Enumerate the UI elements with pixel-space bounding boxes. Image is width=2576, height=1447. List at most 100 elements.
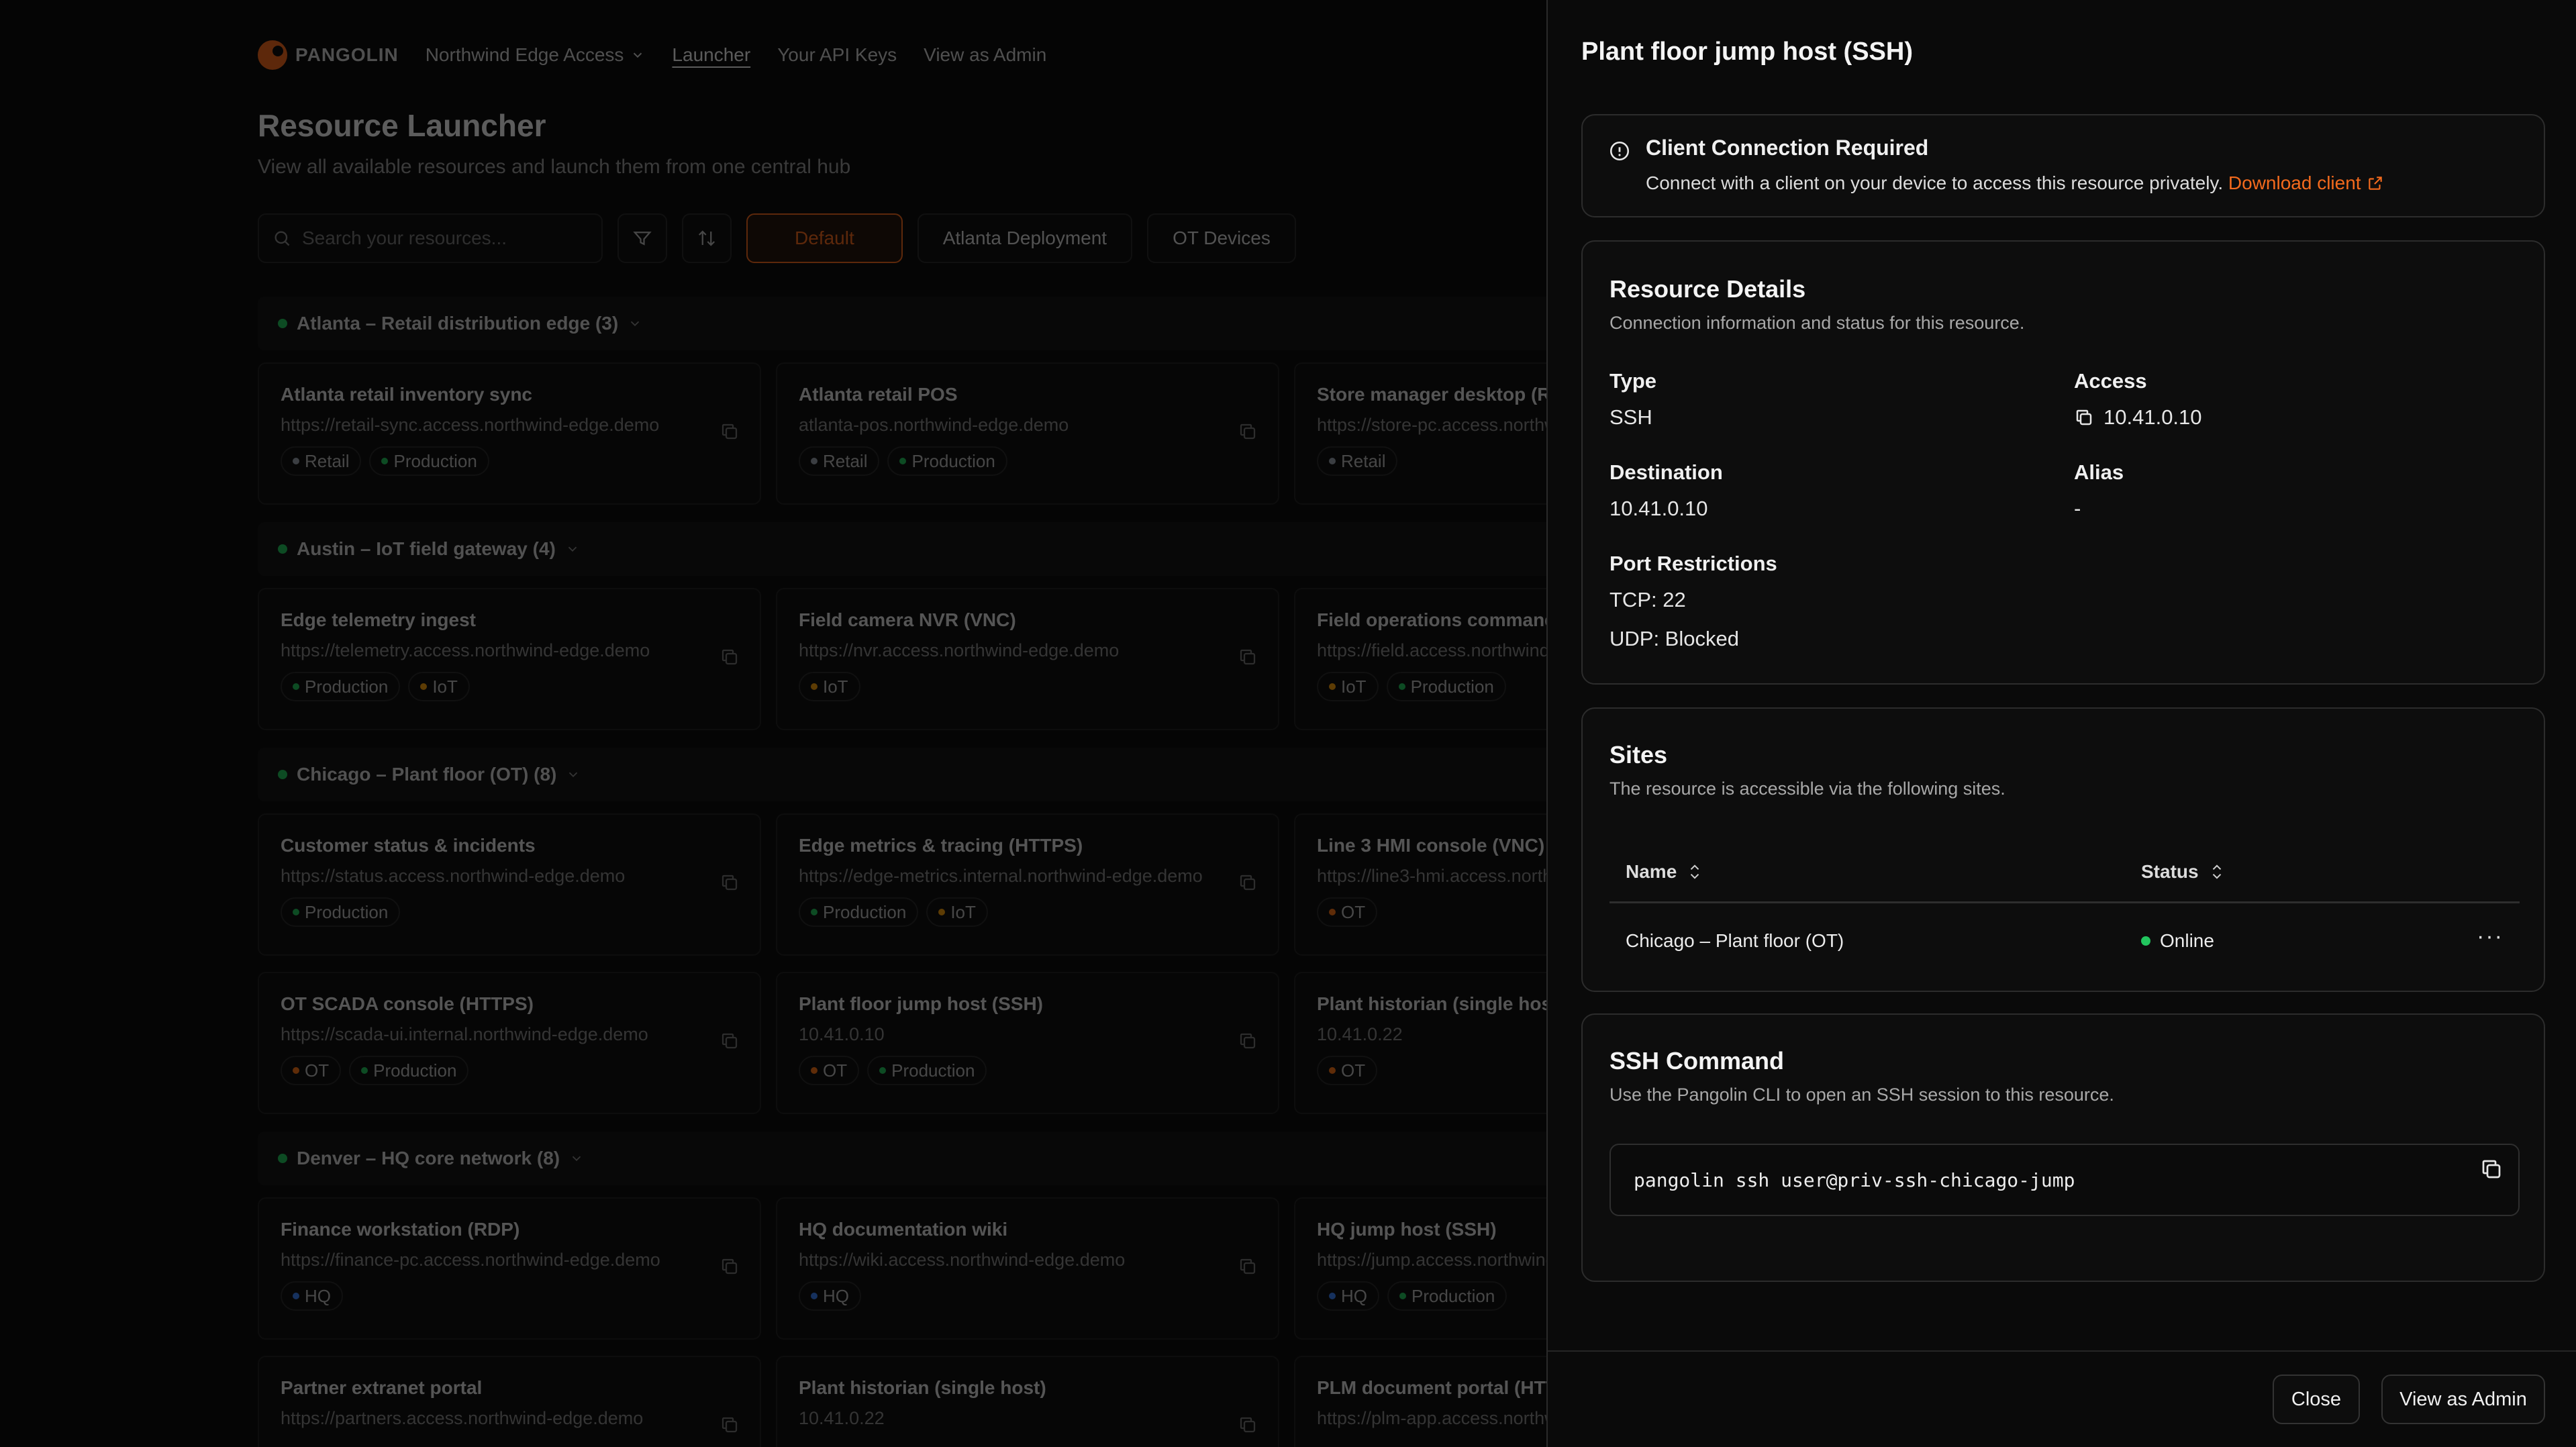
tag-label: Retail (305, 450, 350, 471)
copy-icon[interactable] (1238, 1031, 1258, 1051)
launcher-app: PANGOLIN Northwind Edge Access Launcher … (0, 0, 1546, 1447)
tag-color-dot (1329, 458, 1336, 464)
nav-link-launcher[interactable]: Launcher (672, 44, 750, 66)
table-row: Chicago – Plant floor (OT) Online ··· (1609, 903, 2520, 976)
group-label: Chicago – Plant floor (OT) (8) (297, 764, 557, 785)
tag-label: IoT (950, 901, 976, 922)
tag-badge: OT (281, 1056, 342, 1085)
resource-card[interactable]: Customer status & incidents https://statu… (258, 813, 761, 956)
tag-color-dot (811, 458, 818, 464)
resource-card[interactable]: OT SCADA console (HTTPS) https://scada-ui… (258, 972, 761, 1114)
tag-badge: IoT (1317, 672, 1379, 701)
resource-card[interactable]: Edge metrics & tracing (HTTPS) https://ed… (776, 813, 1279, 956)
copy-icon[interactable] (2479, 1157, 2504, 1181)
tag-badge: Production (887, 446, 1007, 476)
resource-card-tags: IoT Production (1317, 672, 1546, 701)
online-status-dot (2141, 936, 2150, 946)
nav-link-api-keys[interactable]: Your API Keys (777, 44, 897, 66)
resource-card[interactable]: Edge telemetry ingest https://telemetry.a… (258, 588, 761, 730)
tag-badge: Production (281, 672, 401, 701)
resource-card[interactable]: Field camera NVR (VNC) https://nvr.access… (776, 588, 1279, 730)
resource-card[interactable]: Plant historian (single host) 10.41.0.22 O… (1294, 972, 1546, 1114)
brand[interactable]: PANGOLIN (258, 40, 399, 70)
copy-icon[interactable] (1238, 1415, 1258, 1435)
sort-button[interactable] (682, 213, 732, 263)
tag-color-dot (1329, 1293, 1336, 1299)
copy-icon[interactable] (1238, 1256, 1258, 1277)
row-actions-button[interactable]: ··· (2477, 924, 2504, 950)
resource-card[interactable]: Partner extranet portal https://partners.… (258, 1356, 761, 1447)
resource-card-title: Atlanta retail POS (799, 384, 958, 405)
resource-card-title: HQ jump host (SSH) (1317, 1219, 1497, 1240)
tag-color-dot (811, 683, 818, 690)
resource-card-url: https://partners.access.northwind-edge.d… (281, 1408, 644, 1428)
view-ot-devices[interactable]: OT Devices (1147, 213, 1296, 263)
chevron-down-icon (568, 546, 577, 552)
detail-destination: Destination 10.41.0.10 (1609, 460, 1723, 521)
resource-card[interactable]: Plant historian (single host) 10.41.0.22 (776, 1356, 1279, 1447)
group-header[interactable]: Austin – IoT field gateway (4) (258, 522, 1546, 576)
drawer-title: Plant floor jump host (SSH) (1581, 38, 1913, 66)
org-switcher[interactable]: Northwind Edge Access (426, 44, 646, 66)
ssh-command-panel: SSH Command Use the Pangolin CLI to open… (1581, 1013, 2545, 1282)
tag-label: HQ (823, 1285, 849, 1306)
copy-icon[interactable] (720, 1031, 740, 1051)
tag-badge: Production (281, 897, 401, 927)
copy-icon[interactable] (1238, 421, 1258, 442)
resource-card-title: Store manager desktop (RDP) (1317, 384, 1546, 405)
resource-card[interactable]: Atlanta retail POS atlanta-pos.northwind-… (776, 362, 1279, 505)
resource-card[interactable]: Finance workstation (RDP) https://finance… (258, 1197, 761, 1340)
filter-button[interactable] (617, 213, 667, 263)
group-header[interactable]: Atlanta – Retail distribution edge (3) (258, 297, 1546, 350)
detail-value: 10.41.0.10 (1609, 497, 1708, 520)
resource-card[interactable]: Store manager desktop (RDP) https://store… (1294, 362, 1546, 505)
copy-icon[interactable] (720, 1256, 740, 1277)
group-header[interactable]: Denver – HQ core network (8) (258, 1132, 1546, 1185)
ssh-command-box[interactable]: pangolin ssh user@priv-ssh-chicago-jump (1609, 1144, 2520, 1216)
org-name: Northwind Edge Access (425, 44, 624, 65)
view-atlanta-deployment[interactable]: Atlanta Deployment (917, 213, 1133, 263)
column-name[interactable]: Name (1626, 861, 1702, 883)
resource-card-title: Edge metrics & tracing (HTTPS) (799, 835, 1083, 856)
resource-card-tags: OT Production (281, 1056, 738, 1085)
resource-card[interactable]: HQ jump host (SSH) https://jump.access.no… (1294, 1197, 1546, 1340)
download-client-link[interactable]: Download client (2228, 172, 2384, 194)
nav-link-view-as-admin[interactable]: View as Admin (924, 44, 1046, 66)
tag-badge: HQ (281, 1281, 343, 1311)
resource-card[interactable]: Field operations command https://field.ac… (1294, 588, 1546, 730)
copy-icon[interactable] (2074, 407, 2094, 428)
copy-icon[interactable] (1238, 647, 1258, 667)
tag-color-dot (811, 909, 818, 915)
resource-card-tags: Production (281, 897, 738, 927)
copy-icon[interactable] (720, 647, 740, 667)
tag-color-dot (420, 683, 428, 690)
resource-card-tags: OT (1317, 1056, 1546, 1085)
close-button[interactable]: Close (2273, 1375, 2360, 1424)
page-subtitle: View all available resources and launch … (258, 156, 851, 178)
resource-card[interactable]: PLM document portal (HTTPS) https://plm-a… (1294, 1356, 1546, 1447)
detail-label: Port Restrictions (1609, 552, 1777, 575)
copy-icon[interactable] (1238, 872, 1258, 893)
group-header[interactable]: Chicago – Plant floor (OT) (8) (258, 748, 1546, 801)
search-input[interactable]: Search your resources... (258, 213, 603, 263)
tag-label: IoT (1341, 676, 1367, 697)
resource-card-tags: Production IoT (281, 672, 738, 701)
resource-card[interactable]: Line 3 HMI console (VNC) https://line3-hm… (1294, 813, 1546, 956)
tag-badge: OT (1317, 897, 1378, 927)
copy-icon[interactable] (720, 421, 740, 442)
tag-color-dot (293, 909, 299, 915)
copy-icon[interactable] (720, 872, 740, 893)
group-label: Denver – HQ core network (8) (297, 1148, 560, 1168)
column-status[interactable]: Status (2141, 861, 2224, 883)
resource-card-tags: Retail Production (799, 446, 1256, 476)
detail-type: Type SSH (1609, 369, 1656, 430)
tag-color-dot (1329, 909, 1336, 915)
view-as-admin-button[interactable]: View as Admin (2381, 1375, 2545, 1424)
view-default[interactable]: Default (746, 213, 903, 263)
copy-icon[interactable] (720, 1415, 740, 1435)
tag-label: Production (823, 901, 907, 922)
resource-card[interactable]: Plant floor jump host (SSH) 10.41.0.10 OT P… (776, 972, 1279, 1114)
top-nav: PANGOLIN Northwind Edge Access Launcher … (258, 36, 1046, 74)
resource-card[interactable]: Atlanta retail inventory sync https://ret… (258, 362, 761, 505)
resource-card[interactable]: HQ documentation wiki https://wiki.access… (776, 1197, 1279, 1340)
